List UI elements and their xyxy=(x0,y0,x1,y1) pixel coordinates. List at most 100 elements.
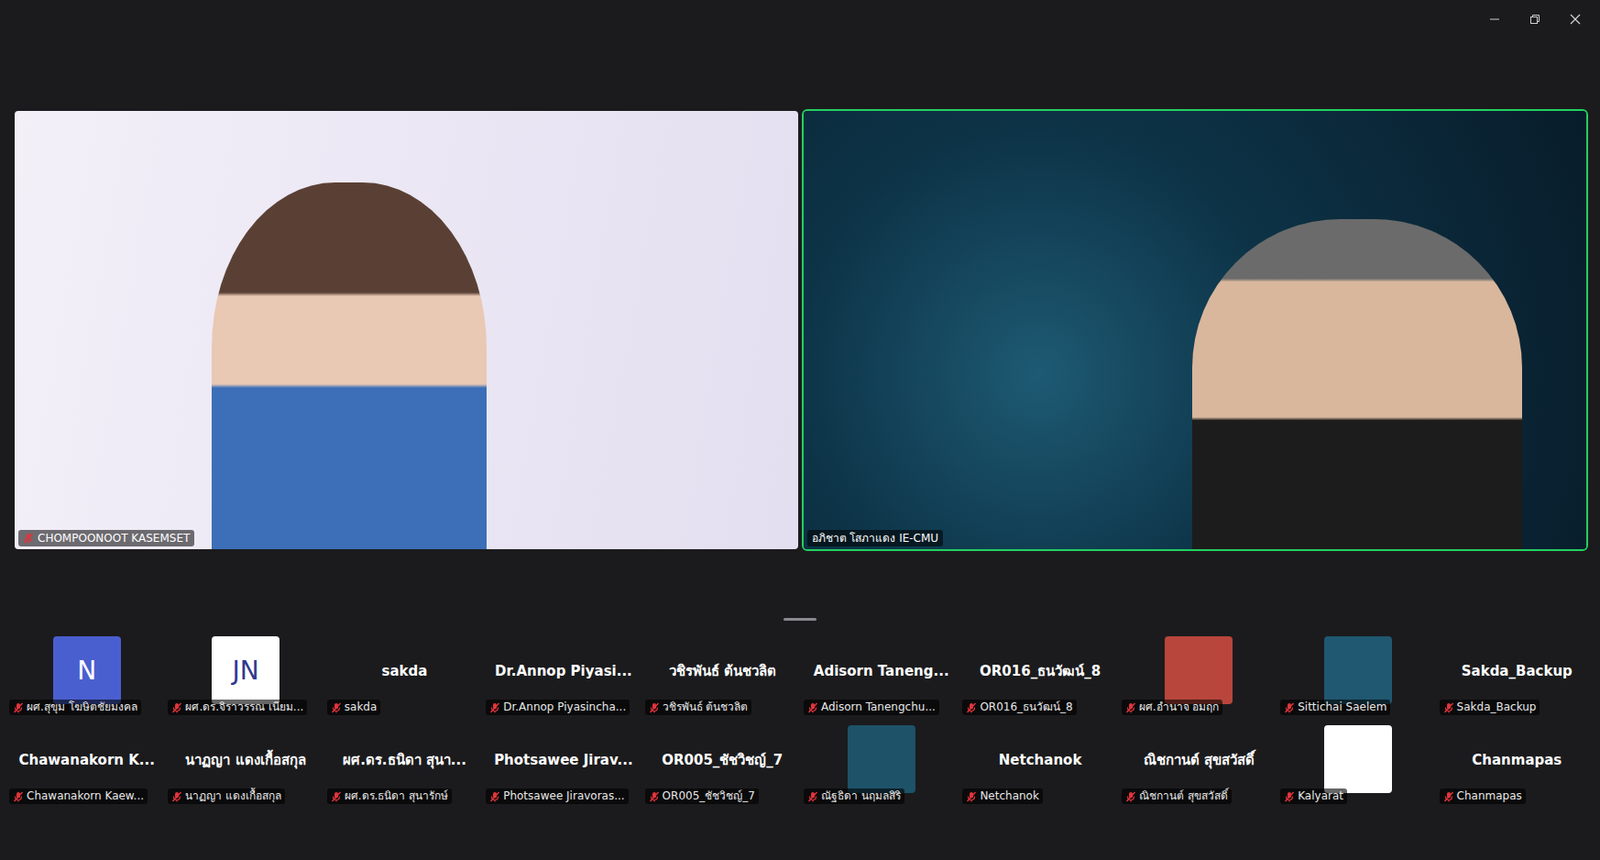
participant-tile[interactable]: ผศ.ดร.ธนิดา สุนา... ผศ.ดร.ธนิดา สุนารักษ์ xyxy=(325,721,484,806)
participant-name: ผศ.อำนาจ อมฤก xyxy=(1139,700,1220,714)
mic-muted-icon xyxy=(807,790,819,802)
mic-muted-icon xyxy=(489,701,501,713)
participant-tile[interactable]: ณิชกานต์ สุขสวัสดิ์ณิชกานต์ สุขสวัสดิ์ xyxy=(1119,721,1279,806)
participant-tile[interactable]: Nผศ.สุขุม โฆษิตชัยมงคล xyxy=(7,632,166,717)
mic-muted-icon xyxy=(1125,701,1137,713)
participant-label: นาฏญา แดงเกื้อสกุล xyxy=(167,788,285,804)
participant-label: ณัฐธิดา นฤมลสิริ xyxy=(803,788,905,804)
participant-label: Dr.Annop Piyasincha... xyxy=(485,699,630,715)
mic-muted-icon xyxy=(489,790,501,802)
participant-name: อภิชาต โสภาแดง IE-CMU xyxy=(811,531,940,545)
close-button[interactable] xyxy=(1557,9,1593,30)
participant-name: ณัฐธิดา นฤมลสิริ xyxy=(821,789,901,803)
participant-tile[interactable]: sakdasakda xyxy=(325,632,484,717)
participant-name: นาฏญา แดงเกื้อสกุล xyxy=(185,789,282,803)
participant-tile[interactable]: ณัฐธิดา นฤมลสิริ xyxy=(801,721,961,806)
participant-tile[interactable]: Adisorn Taneng... Adisorn Tanengchu... xyxy=(801,632,961,717)
avatar: JN xyxy=(211,635,280,704)
mic-muted-icon xyxy=(807,701,819,713)
mic-muted-icon xyxy=(1283,701,1295,713)
participant-label: วชิรพันธ์ ต้นชวลิต xyxy=(645,699,753,715)
video-area: CHOMPOONOOT KASEMSET อภิชาต โสภาแดง IE-CM… xyxy=(0,109,1600,551)
participant-tile[interactable]: JN ผศ.ดร.จิราวรรณ เนียม... xyxy=(165,632,325,717)
video-person xyxy=(1192,219,1523,549)
participant-name: Kalyarat xyxy=(1297,789,1344,803)
participant-tile[interactable]: OR016_ธนวัฒน์_8 OR016_ธนวัฒน์_8 xyxy=(960,632,1119,717)
mic-muted-icon xyxy=(171,701,183,713)
mic-muted-icon xyxy=(1443,701,1455,713)
participant-label: ผศ.อำนาจ อมฤก xyxy=(1121,699,1224,715)
participant-label: Netchanok xyxy=(962,788,1043,804)
mic-muted-icon xyxy=(965,701,977,713)
restore-icon xyxy=(1529,13,1541,25)
participant-tile[interactable]: Kalyarat xyxy=(1278,721,1437,806)
participant-tile[interactable]: Chawanakorn K... Chawanakorn Kaew... xyxy=(7,721,166,806)
participant-display-name: sakda xyxy=(382,662,428,687)
participant-label: sakda xyxy=(327,699,382,715)
participant-tile[interactable]: Sakda_BackupSakda_Backup xyxy=(1437,632,1597,717)
minimize-icon xyxy=(1489,13,1501,25)
participant-tile[interactable]: นาฏญา แดงเกื้อสกุลนาฏญา แดงเกื้อสกุล xyxy=(165,721,325,806)
participant-label: Kalyarat xyxy=(1280,788,1348,804)
participant-display-name: ณิชกานต์ สุขสวัสดิ์ xyxy=(1143,748,1255,779)
participant-name: Chawanakorn Kaew... xyxy=(26,789,144,803)
participant-label: OR005_ชัชวิชญ์_7 xyxy=(645,788,759,804)
mic-muted-icon xyxy=(648,790,660,802)
window-controls xyxy=(1477,0,1593,30)
participant-display-name: Adisorn Taneng... xyxy=(813,662,950,687)
participant-tile[interactable]: Dr.Annop Piyasi... Dr.Annop Piyasincha... xyxy=(483,632,643,717)
participant-tile[interactable]: Netchanok Netchanok xyxy=(960,721,1119,806)
participant-display-name: OR005_ชัชวิชญ์_7 xyxy=(661,748,783,779)
participant-tile[interactable]: Sittichai Saelem xyxy=(1278,632,1437,717)
participant-tile[interactable]: ChanmapasChanmapas xyxy=(1437,721,1597,806)
participant-label: Photsawee Jiravoras... xyxy=(485,788,628,804)
participant-name: Chanmapas xyxy=(1457,789,1523,803)
participant-name: ผศ.ดร.จิราวรรณ เนียม... xyxy=(185,700,304,714)
participant-label: Adisorn Tanengchu... xyxy=(803,699,940,715)
participant-name: Dr.Annop Piyasincha... xyxy=(503,700,626,714)
participant-gallery: Nผศ.สุขุม โฆษิตชัยมงคล JN ผศ.ดร.จิราวรรณ เ… xyxy=(0,632,1600,806)
mic-muted-icon xyxy=(1125,790,1137,802)
mic-muted-icon xyxy=(648,701,660,713)
minimize-button[interactable] xyxy=(1477,9,1513,30)
participant-label: Chawanakorn Kaew... xyxy=(9,788,148,804)
participant-display-name: Dr.Annop Piyasi... xyxy=(494,662,633,687)
resize-handle[interactable] xyxy=(783,617,817,621)
participant-label: OR016_ธนวัฒน์_8 xyxy=(962,699,1076,715)
participant-display-name: ผศ.ดร.ธนิดา สุนา... xyxy=(342,748,467,779)
participant-tile[interactable]: OR005_ชัชวิชญ์_7 OR005_ชัชวิชญ์_7 xyxy=(643,721,802,806)
participant-label: ผศ.ดร.ธนิดา สุนารักษ์ xyxy=(327,788,452,804)
participant-name: วชิรพันธ์ ต้นชวลิต xyxy=(662,700,749,714)
participant-tile[interactable]: วชิรพันธ์ ต้นชวลิตวชิรพันธ์ ต้นชวลิต xyxy=(643,632,802,717)
video-name-label: อภิชาต โสภาแดง IE-CMU xyxy=(807,529,944,547)
participant-name: ณิชกานต์ สุขสวัสดิ์ xyxy=(1139,789,1228,803)
participant-label: Sittichai Saelem xyxy=(1280,699,1391,715)
participant-name: OR016_ธนวัฒน์_8 xyxy=(979,700,1073,714)
participant-name: ผศ.ดร.ธนิดา สุนารักษ์ xyxy=(344,789,449,803)
avatar-initials: JN xyxy=(231,655,259,686)
video-name-label: CHOMPOONOOT KASEMSET xyxy=(18,529,195,547)
mic-muted-icon xyxy=(330,701,342,713)
participant-tile[interactable]: ผศ.อำนาจ อมฤก xyxy=(1119,632,1279,717)
restore-button[interactable] xyxy=(1517,9,1553,30)
avatar-photo xyxy=(1324,724,1392,793)
video-tile[interactable]: CHOMPOONOOT KASEMSET xyxy=(12,109,800,551)
participant-label: ผศ.สุขุม โฆษิตชัยมงคล xyxy=(9,699,142,715)
participant-display-name: Chawanakorn K... xyxy=(18,751,154,776)
participant-label: ณิชกานต์ สุขสวัสดิ์ xyxy=(1121,788,1232,804)
video-tile[interactable]: อภิชาต โสภาแดง IE-CMU xyxy=(801,109,1590,551)
participant-name: Netchanok xyxy=(979,789,1040,803)
divider xyxy=(0,550,1600,633)
mic-muted-icon xyxy=(330,790,342,802)
mic-muted-icon xyxy=(12,790,24,802)
avatar: N xyxy=(53,635,121,704)
participant-name: ผศ.สุขุม โฆษิตชัยมงคล xyxy=(26,700,138,714)
participant-display-name: OR016_ธนวัฒน์_8 xyxy=(979,659,1101,690)
mic-muted-icon xyxy=(22,532,34,544)
participant-name: CHOMPOONOOT KASEMSET xyxy=(37,531,190,545)
participant-name: Sakda_Backup xyxy=(1457,700,1537,714)
participant-display-name: Netchanok xyxy=(998,751,1083,776)
participant-tile[interactable]: Photsawee Jirav...Photsawee Jiravoras... xyxy=(483,721,643,806)
participant-display-name: วชิรพันธ์ ต้นชวลิต xyxy=(668,659,777,690)
mic-muted-icon xyxy=(171,790,183,802)
